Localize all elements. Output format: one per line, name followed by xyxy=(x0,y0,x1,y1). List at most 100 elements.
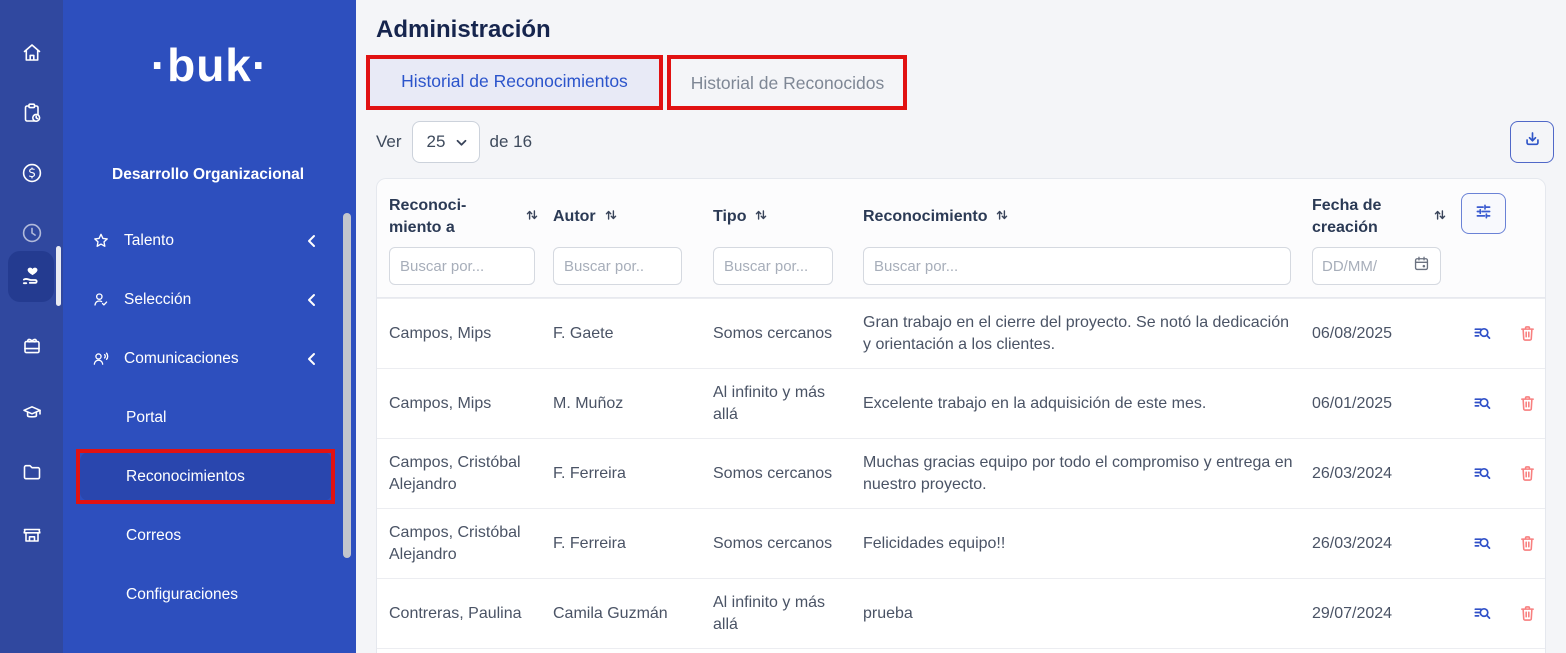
clipboard-schedule-icon[interactable] xyxy=(0,91,63,135)
sort-icon[interactable] xyxy=(604,208,618,227)
view-detail-search-icon[interactable] xyxy=(1471,392,1494,415)
sort-icon[interactable] xyxy=(1433,208,1447,227)
trash-icon[interactable] xyxy=(1517,463,1538,484)
cell-reconocimiento: prueba xyxy=(863,603,1312,625)
cell-reconocimiento: Gran trabajo en el cierre del proyecto. … xyxy=(863,312,1312,355)
announcement-person-icon xyxy=(90,348,112,370)
trash-icon[interactable] xyxy=(1517,533,1538,554)
trash-icon[interactable] xyxy=(1517,603,1538,624)
sidebar-item-reconocimientos[interactable]: Reconocimientos xyxy=(63,458,356,496)
sidebar-item-label: Comunicaciones xyxy=(124,350,239,368)
sort-icon[interactable] xyxy=(995,208,1009,227)
sidebar-item-label: Talento xyxy=(124,232,174,250)
icon-rail: S xyxy=(0,0,63,653)
benefits-gift-icon[interactable] xyxy=(0,323,63,367)
money-icon[interactable]: S xyxy=(0,151,63,195)
page-size-select[interactable]: 25 xyxy=(412,121,480,163)
cell-tipo: Somos cercanos xyxy=(713,533,863,555)
sidebar-item-portal[interactable]: Portal xyxy=(63,399,356,437)
chevron-left-icon xyxy=(306,293,316,312)
view-detail-search-icon[interactable] xyxy=(1471,602,1494,625)
table-row xyxy=(377,648,1545,653)
documents-folder-icon[interactable] xyxy=(0,450,63,494)
sidebar-item-comunicaciones[interactable]: Comunicaciones xyxy=(63,340,356,378)
table-row[interactable]: Campos, Cristóbal Alejandro F. Ferreira … xyxy=(377,508,1545,578)
star-icon xyxy=(90,230,112,252)
view-detail-search-icon[interactable] xyxy=(1471,462,1494,485)
cell-reconocimiento: Felicidades equipo!! xyxy=(863,533,1312,555)
filter-input-tipo[interactable] xyxy=(713,247,833,285)
cell-autor: M. Muñoz xyxy=(553,393,713,415)
trash-icon[interactable] xyxy=(1517,323,1538,344)
sidebar-item-configuraciones[interactable]: Configuraciones xyxy=(63,576,356,614)
cell-tipo: Somos cercanos xyxy=(713,323,863,345)
history-clock-icon[interactable] xyxy=(0,211,63,255)
download-button[interactable] xyxy=(1510,121,1554,163)
training-cap-icon[interactable] xyxy=(0,391,63,435)
trash-icon[interactable] xyxy=(1517,393,1538,414)
cell-autor: F. Gaete xyxy=(553,323,713,345)
sidebar-item-seleccion[interactable]: Selección xyxy=(63,281,356,319)
tab-bar: Historial de Reconocimientos Historial d… xyxy=(370,56,903,110)
view-detail-search-icon[interactable] xyxy=(1471,322,1494,345)
download-icon xyxy=(1522,129,1543,155)
sort-icon[interactable] xyxy=(525,208,539,227)
cell-reconocimiento-a: Campos, Mips xyxy=(389,393,553,415)
tab-historial-reconocimientos[interactable]: Historial de Reconocimientos xyxy=(370,56,659,110)
cell-reconocimiento-a: Campos, Cristóbal Alejandro xyxy=(389,522,553,565)
cell-autor: F. Ferreira xyxy=(553,463,713,485)
marketplace-icon[interactable] xyxy=(0,513,63,557)
cell-fecha: 06/08/2025 xyxy=(1312,323,1461,345)
cell-autor: Camila Guzmán xyxy=(553,603,713,625)
cell-reconocimiento-a: Contreras, Paulina xyxy=(389,603,553,625)
main-content: Administración Historial de Reconocimien… xyxy=(356,0,1566,653)
home-icon[interactable] xyxy=(0,31,63,75)
sidebar: ·buk· Desarrollo Organizacional Talento … xyxy=(63,0,356,653)
calendar-icon xyxy=(1412,254,1431,278)
page-title: Administración xyxy=(376,16,551,44)
table-header: Reconoci- miento a Autor Tipo Reconocimi… xyxy=(377,179,1545,298)
person-check-icon xyxy=(90,289,112,311)
cell-tipo: Somos cercanos xyxy=(713,463,863,485)
recognition-hand-heart-icon[interactable] xyxy=(0,254,63,298)
filter-date-input[interactable]: DD/MM/ xyxy=(1312,247,1441,285)
view-detail-search-icon[interactable] xyxy=(1471,532,1494,555)
recognitions-table: Reconoci- miento a Autor Tipo Reconocimi… xyxy=(376,178,1546,653)
sidebar-scrollbar[interactable] xyxy=(343,213,351,558)
cell-fecha: 26/03/2024 xyxy=(1312,463,1461,485)
table-row[interactable]: Campos, Cristóbal Alejandro F. Ferreira … xyxy=(377,438,1545,508)
cell-tipo: Al infinito y más allá xyxy=(713,592,863,635)
filter-input-reconocimiento[interactable] xyxy=(863,247,1291,285)
column-settings-button[interactable] xyxy=(1461,193,1506,234)
page-size-label: Ver xyxy=(376,132,402,152)
cell-reconocimiento: Muchas gracias equipo por todo el compro… xyxy=(863,452,1312,495)
buk-logo: ·buk· xyxy=(63,38,356,92)
cell-reconocimiento-a: Campos, Mips xyxy=(389,323,553,345)
column-header-reconocimiento[interactable]: Reconocimiento xyxy=(863,193,1312,241)
cell-tipo: Al infinito y más allá xyxy=(713,382,863,425)
column-header-reconocimiento-a[interactable]: Reconoci- miento a xyxy=(389,193,553,241)
column-header-autor[interactable]: Autor xyxy=(553,193,713,241)
sidebar-item-correos[interactable]: Correos xyxy=(63,517,356,555)
table-row[interactable]: Campos, Mips M. Muñoz Al infinito y más … xyxy=(377,368,1545,438)
filter-input-reconocimiento-a[interactable] xyxy=(389,247,535,285)
cell-fecha: 26/03/2024 xyxy=(1312,533,1461,555)
cell-reconocimiento-a: Campos, Cristóbal Alejandro xyxy=(389,452,553,495)
cell-autor: F. Ferreira xyxy=(553,533,713,555)
chevron-left-icon xyxy=(306,234,316,253)
sidebar-section-title: Desarrollo Organizacional xyxy=(112,166,304,184)
table-row[interactable]: Campos, Mips F. Gaete Somos cercanos Gra… xyxy=(377,298,1545,368)
sort-icon[interactable] xyxy=(754,208,768,227)
sidebar-item-label: Selección xyxy=(124,291,191,309)
chevron-down-icon xyxy=(456,132,467,152)
table-row[interactable]: Contreras, Paulina Camila Guzmán Al infi… xyxy=(377,578,1545,648)
filter-input-autor[interactable] xyxy=(553,247,682,285)
sidebar-item-talento[interactable]: Talento xyxy=(63,222,356,260)
tab-historial-reconocidos[interactable]: Historial de Reconocidos xyxy=(672,56,903,110)
column-header-fecha-creacion[interactable]: Fecha de creación xyxy=(1312,193,1461,241)
cell-fecha: 29/07/2024 xyxy=(1312,603,1461,625)
column-header-tipo[interactable]: Tipo xyxy=(713,193,863,241)
total-count-label: de 16 xyxy=(490,132,533,152)
chevron-left-icon xyxy=(306,352,316,371)
filter-sliders-icon xyxy=(1473,201,1494,227)
